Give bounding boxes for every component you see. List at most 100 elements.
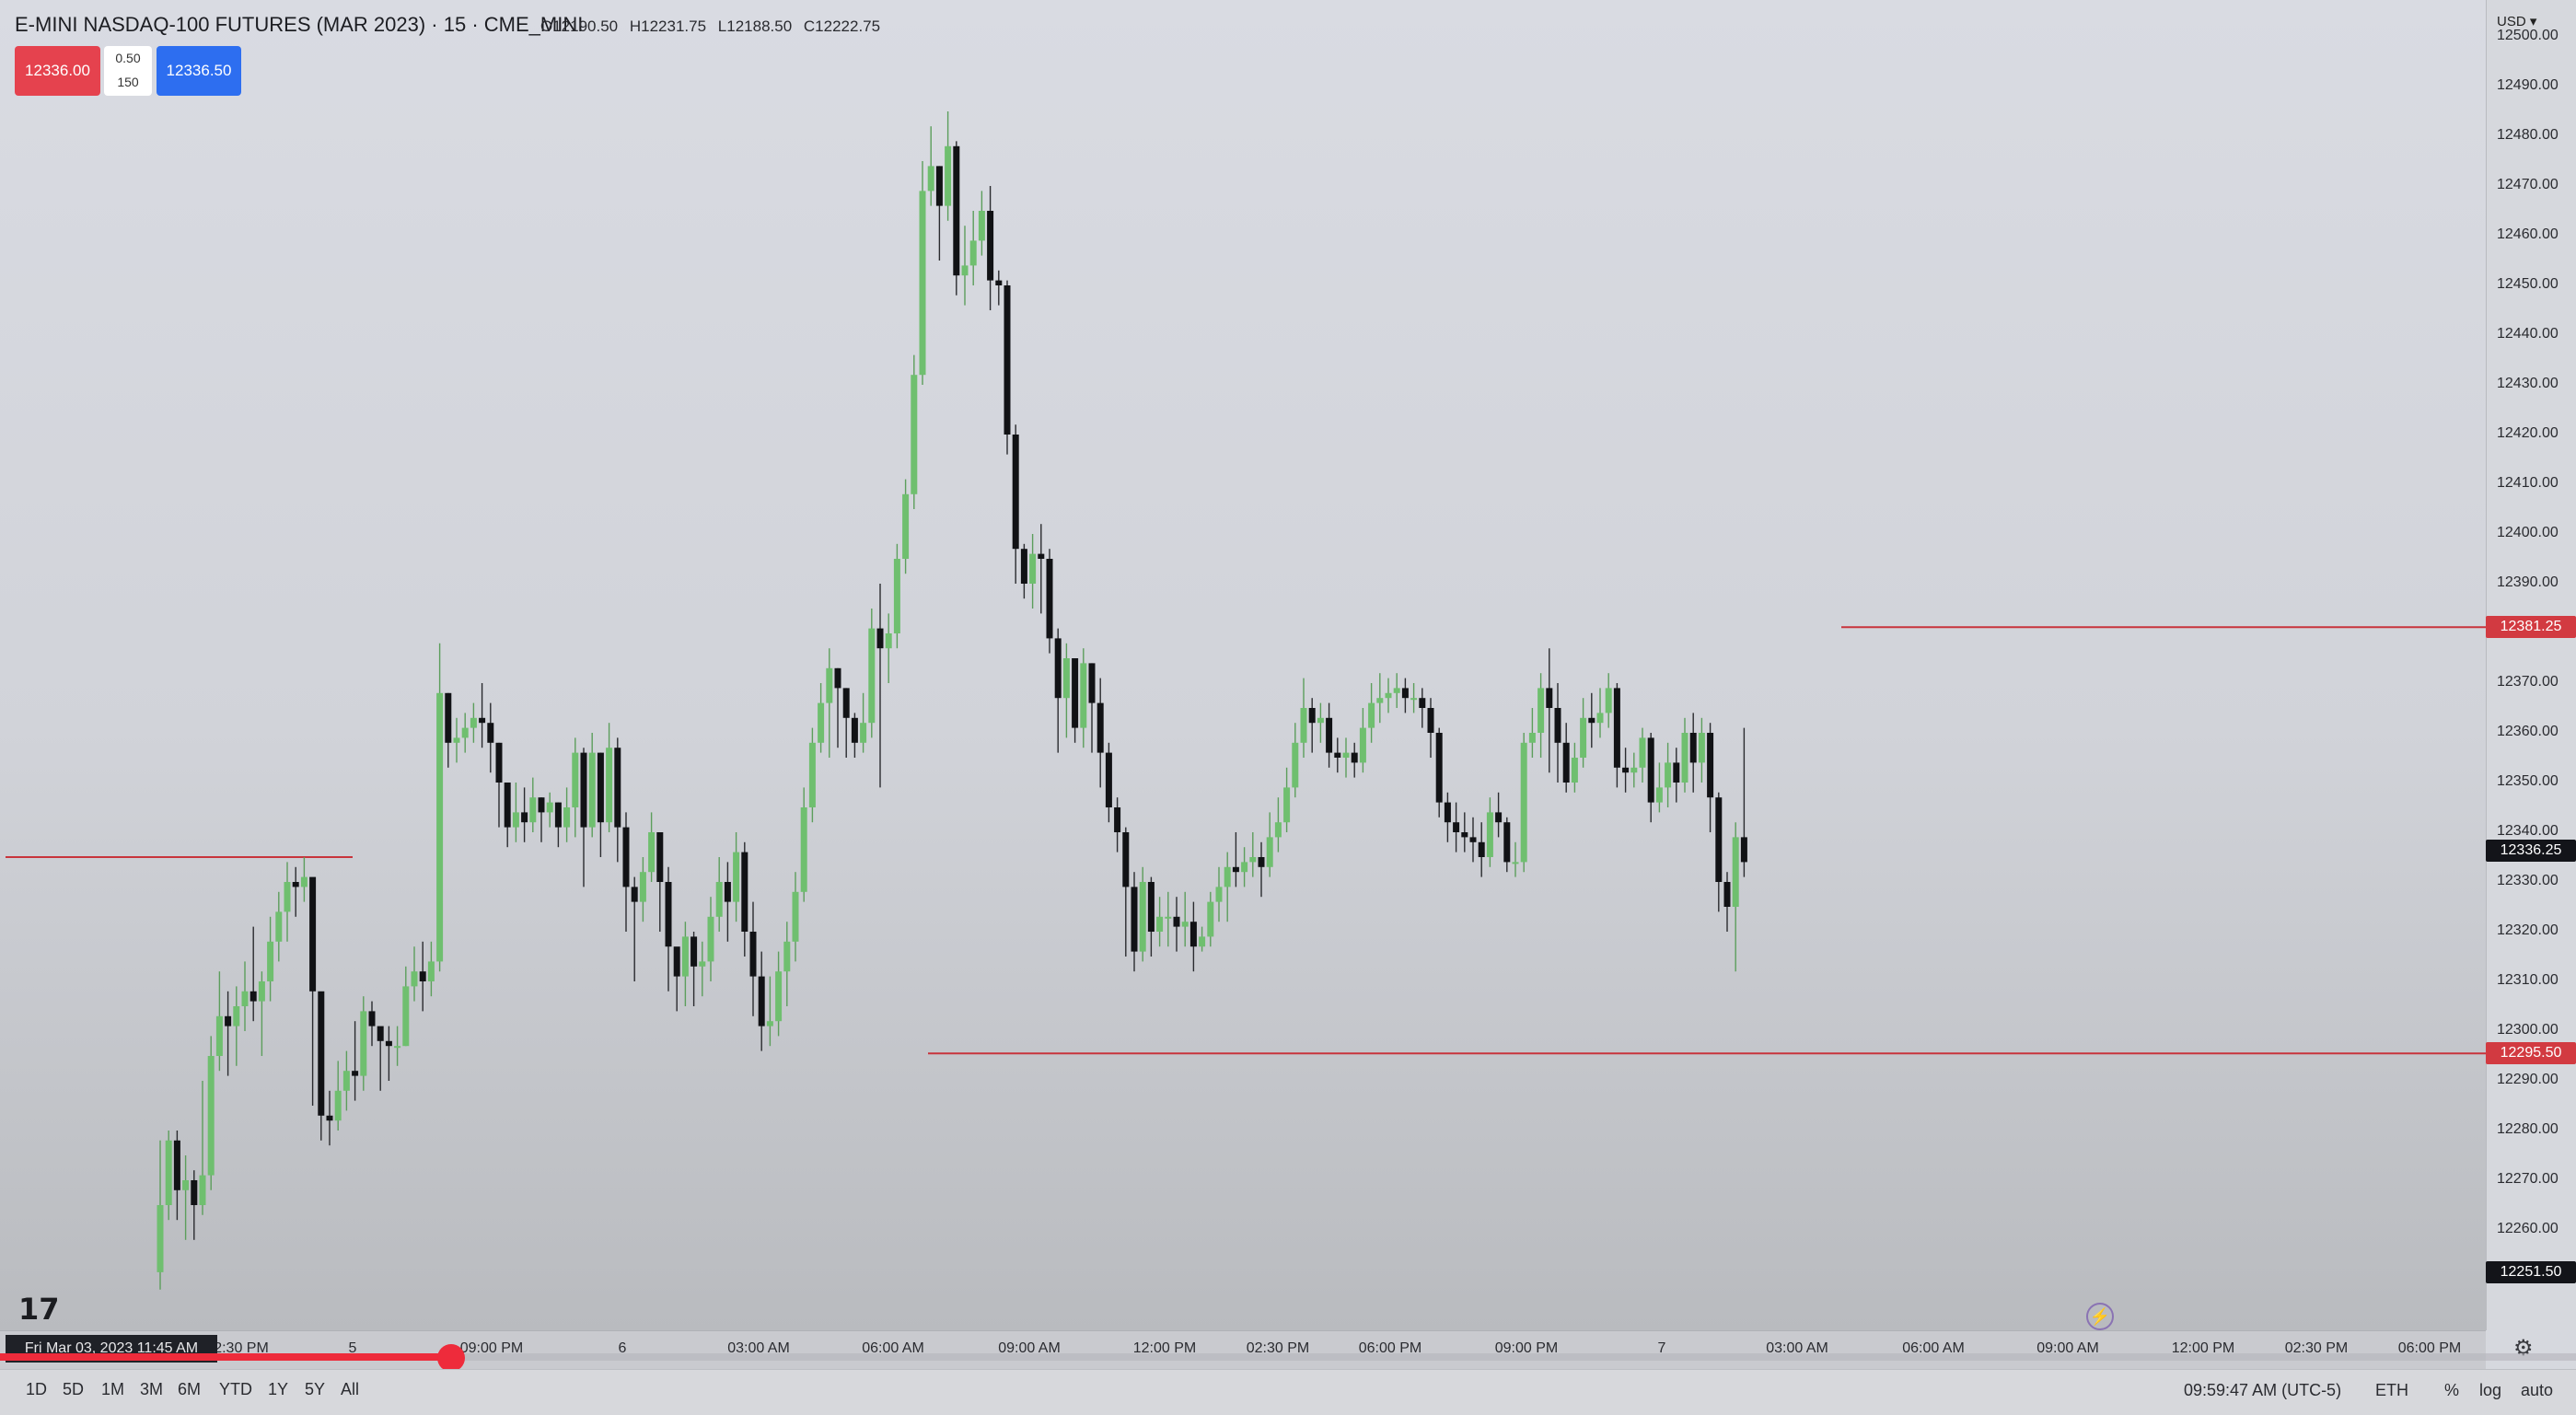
candle (885, 613, 892, 683)
candle (275, 891, 283, 962)
session-toggle[interactable]: ETH (2375, 1381, 2408, 1400)
candle (1114, 797, 1121, 852)
candle (1503, 817, 1511, 873)
auto-toggle[interactable]: auto (2521, 1381, 2553, 1400)
candle (1359, 708, 1366, 773)
candle (699, 941, 706, 997)
candle (1486, 797, 1493, 867)
candle (1020, 543, 1027, 599)
candle (707, 897, 714, 981)
candle (267, 916, 274, 1002)
price-tick-label: 12270.00 (2497, 1171, 2559, 1187)
price-tag-1: 12336.25 (2486, 840, 2576, 863)
lightning-icon[interactable]: ⚡ (2086, 1303, 2114, 1330)
candle (1571, 742, 1578, 793)
candle (860, 692, 867, 753)
video-progress-fill (0, 1353, 451, 1361)
candle (479, 683, 486, 748)
candle (1401, 678, 1409, 713)
candle (1266, 812, 1273, 877)
price-tag-0: 12381.25 (2486, 616, 2576, 639)
candle (902, 479, 910, 574)
candle (1317, 702, 1324, 743)
candle (1732, 822, 1739, 972)
sell-button[interactable]: 12336.00 (15, 46, 100, 96)
candle (402, 966, 410, 1047)
candle (945, 111, 952, 221)
candle (504, 783, 511, 848)
ohlc-low: L12188.50 (717, 17, 793, 35)
candle (893, 543, 900, 649)
candle (157, 1140, 164, 1290)
range-button-6m[interactable]: 6M (178, 1380, 201, 1399)
log-toggle[interactable]: log (2479, 1381, 2501, 1400)
candle (1054, 628, 1062, 753)
candle (588, 733, 596, 838)
buy-button[interactable]: 12336.50 (157, 46, 241, 96)
candle (1326, 702, 1333, 768)
candle (834, 667, 841, 748)
candle (1469, 817, 1477, 863)
video-progress-knob[interactable] (437, 1344, 465, 1372)
price-tick-label: 12350.00 (2497, 773, 2559, 789)
candle (733, 832, 740, 922)
price-tick-label: 12470.00 (2497, 177, 2559, 192)
candle (1368, 683, 1375, 743)
candle (546, 792, 553, 828)
symbol-title[interactable]: E-MINI NASDAQ-100 FUTURES (MAR 2023) · 1… (15, 13, 583, 37)
candle (580, 748, 587, 887)
candle (445, 692, 452, 768)
candle (419, 941, 426, 1012)
candle (1562, 723, 1570, 793)
candle (1376, 673, 1384, 724)
candle (1546, 648, 1553, 773)
candle (1639, 727, 1646, 783)
candle (1495, 792, 1503, 838)
candle (1537, 673, 1545, 758)
candle (1147, 876, 1155, 957)
candle (554, 802, 562, 848)
chart-pane[interactable] (0, 0, 2486, 1330)
candle (207, 1036, 215, 1190)
price-tick-label: 12480.00 (2497, 127, 2559, 143)
range-button-ytd[interactable]: YTD (219, 1380, 252, 1399)
range-button-1m[interactable]: 1M (101, 1380, 124, 1399)
range-button-all[interactable]: All (341, 1380, 359, 1399)
candle (1461, 812, 1468, 852)
candle (1105, 742, 1112, 823)
price-tick-label: 12260.00 (2497, 1221, 2559, 1236)
candle (352, 1021, 359, 1101)
candle (1723, 872, 1731, 932)
candle (606, 723, 613, 832)
tradingview-logo: 17 (18, 1292, 60, 1327)
candle (1512, 841, 1519, 877)
candle (1062, 643, 1070, 738)
candlestick-chart[interactable] (0, 0, 2486, 1330)
candle (876, 584, 884, 788)
range-button-5y[interactable]: 5Y (305, 1380, 325, 1399)
range-button-1y[interactable]: 1Y (268, 1380, 288, 1399)
candle (911, 354, 918, 509)
candle (1046, 549, 1053, 654)
candle (512, 783, 519, 842)
candle (1283, 767, 1291, 832)
range-button-3m[interactable]: 3M (140, 1380, 163, 1399)
candle (639, 857, 646, 922)
range-button-1d[interactable]: 1D (26, 1380, 47, 1399)
candle (1189, 901, 1197, 972)
candle (749, 901, 757, 1016)
time-axis[interactable] (0, 1330, 2486, 1370)
range-button-5d[interactable]: 5D (63, 1380, 84, 1399)
candle (1605, 673, 1612, 728)
candle (1215, 866, 1223, 922)
price-tick-label: 12300.00 (2497, 1022, 2559, 1038)
candle (1681, 717, 1688, 793)
price-tick-label: 12340.00 (2497, 823, 2559, 839)
candle (318, 991, 325, 1141)
ohlc-close: C12222.75 (803, 17, 881, 35)
quantity-value[interactable]: 150 (104, 70, 152, 94)
candle (1740, 727, 1747, 877)
percent-toggle[interactable]: % (2444, 1381, 2459, 1400)
spread-quantity-box[interactable]: 0.50 150 (104, 46, 152, 96)
spread-value: 0.50 (115, 51, 141, 65)
